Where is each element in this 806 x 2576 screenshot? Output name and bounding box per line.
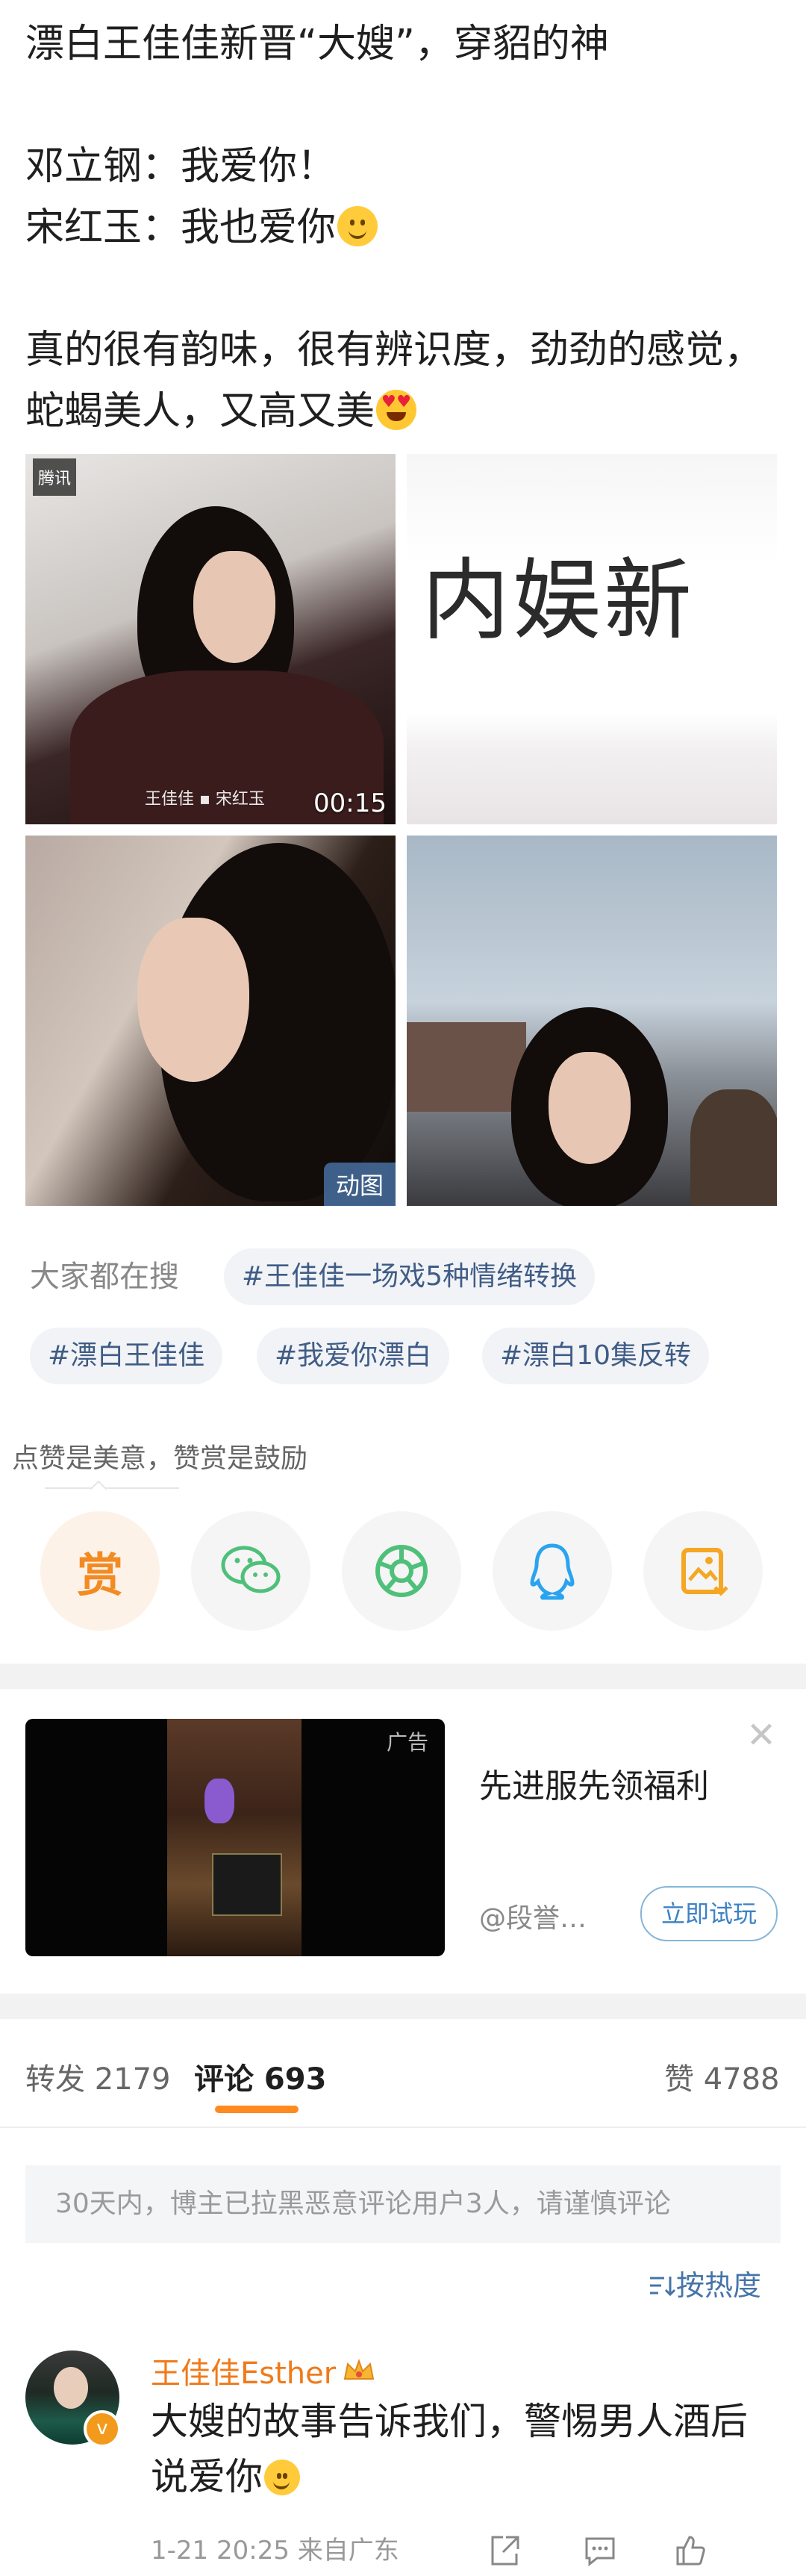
post-text: 漂白王佳佳新晋“大嫂”，穿貂的神 邓立钢：我爱你！ 宋红玉：我也爱你 真的很有韵… bbox=[25, 13, 779, 442]
hashtag-chip[interactable]: #王佳佳一场戏5种情绪转换 bbox=[224, 1248, 596, 1305]
ad-title[interactable]: 先进服先领福利 bbox=[479, 1759, 709, 1807]
ad-video-thumbnail[interactable]: 广告 bbox=[25, 1719, 445, 1956]
trending-search-label: 大家都在搜 bbox=[30, 1260, 179, 1294]
tab-active-indicator bbox=[215, 2106, 299, 2113]
video-logo: 腾讯 bbox=[33, 458, 76, 496]
sort-icon bbox=[650, 2277, 676, 2297]
ad-handle[interactable]: @段誉… bbox=[479, 1897, 628, 1935]
reply-icon[interactable] bbox=[582, 2533, 618, 2569]
video-thumbnail[interactable]: 腾讯 王佳佳 ▪ 宋红玉 00:15 bbox=[25, 454, 396, 824]
smile-emoji-icon bbox=[264, 2460, 300, 2495]
share-icon[interactable] bbox=[487, 2533, 522, 2569]
wechat-share-button[interactable] bbox=[191, 1511, 310, 1631]
ad-try-now-button[interactable]: 立即试玩 bbox=[640, 1886, 778, 1941]
qq-share-button[interactable] bbox=[493, 1511, 612, 1631]
qq-icon bbox=[530, 1543, 575, 1600]
gif-badge: 动图 bbox=[323, 1163, 396, 1206]
hashtag-chip[interactable]: #我爱你漂白 bbox=[257, 1328, 450, 1384]
post-line-title: 漂白王佳佳新晋“大嫂”，穿貂的神 bbox=[25, 22, 609, 66]
video-duration: 00:15 bbox=[313, 788, 387, 818]
comment-notice: 30天内，博主已拉黑恶意评论用户3人，请谨慎评论 bbox=[25, 2165, 781, 2243]
verified-badge-icon: v bbox=[84, 2410, 121, 2448]
comment-text: 大嫂的故事告诉我们，警惕男人酒后说爱你 bbox=[151, 2400, 748, 2498]
gif-image[interactable]: 动图 bbox=[25, 836, 396, 1206]
heart-eyes-emoji-icon bbox=[376, 390, 417, 430]
moments-share-button[interactable] bbox=[342, 1511, 461, 1631]
comment-username[interactable]: 王佳佳Esther bbox=[151, 2349, 376, 2392]
ad-close-icon[interactable]: ✕ bbox=[746, 1714, 776, 1756]
hashtag-chip[interactable]: #漂白王佳佳 bbox=[30, 1328, 223, 1384]
post-line-quote2: 宋红玉：我也爱你 bbox=[25, 197, 779, 258]
tab-comment[interactable]: 评论 693 bbox=[194, 2055, 326, 2098]
tab-like[interactable]: 赞 4788 bbox=[664, 2055, 780, 2098]
smile-emoji-icon bbox=[337, 206, 378, 246]
wechat-icon bbox=[221, 1546, 281, 1593]
like-icon[interactable] bbox=[672, 2533, 707, 2569]
post-line-quote1: 邓立钢：我爱你！ bbox=[25, 144, 337, 189]
hashtag-chip[interactable]: #漂白10集反转 bbox=[482, 1328, 709, 1384]
tab-repost[interactable]: 转发 2179 bbox=[25, 2055, 171, 2098]
crown-icon bbox=[343, 2359, 375, 2380]
banner-image[interactable]: 内娱新 bbox=[407, 454, 777, 824]
reward-tip-text: 点赞是美意，赞赏是鼓励 bbox=[12, 1443, 308, 1474]
still-image[interactable] bbox=[407, 836, 777, 1206]
banner-text: 内娱新 bbox=[422, 549, 696, 652]
ad-label: 广告 bbox=[386, 1730, 428, 1755]
save-image-button[interactable] bbox=[643, 1511, 763, 1631]
moments-icon bbox=[375, 1545, 428, 1597]
reward-label: 赏 bbox=[76, 1548, 123, 1602]
sort-toggle[interactable]: 按热度 bbox=[648, 2262, 761, 2303]
reward-button[interactable]: 赏 bbox=[40, 1511, 160, 1631]
comment-meta: 1-21 20:25 来自广东 bbox=[151, 2536, 399, 2566]
post-line-comment: 真的很有韵味，很有辨识度，劲劲的感觉，蛇蝎美人，又高又美 bbox=[25, 320, 779, 442]
video-caption: 王佳佳 ▪ 宋红玉 bbox=[145, 790, 265, 809]
sort-label: 按热度 bbox=[676, 2269, 762, 2302]
save-image-icon bbox=[681, 1548, 728, 1596]
